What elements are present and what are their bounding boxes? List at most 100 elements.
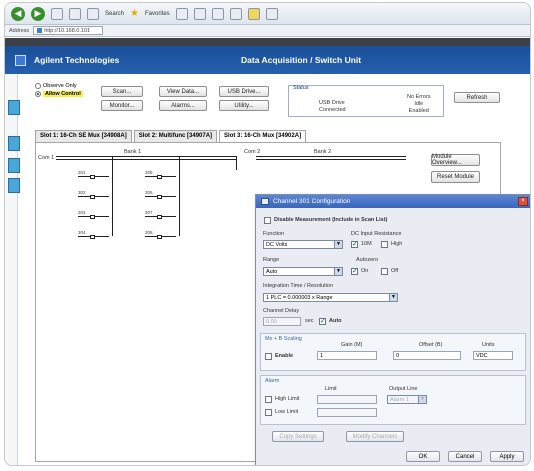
offset-input[interactable]: 0	[393, 351, 461, 360]
app-title: Data Acquisition / Switch Unit	[241, 55, 362, 65]
units-input[interactable]: VDC	[473, 351, 513, 360]
media-icon[interactable]	[175, 7, 188, 20]
delay-auto-checkbox[interactable]	[319, 317, 326, 325]
tab-slot-2[interactable]: Slot 2: Multifunc [34907A]	[133, 130, 218, 142]
scaling-title: Mx + B Scaling	[265, 336, 302, 342]
config-nav-icon[interactable]	[8, 136, 20, 151]
usb-status: USB Drive Connected	[319, 100, 346, 113]
chevron-down-icon: ▼	[334, 241, 342, 248]
integration-label: Integration Time / Resolution	[263, 283, 334, 289]
scaling-group: Mx + B Scaling Gain (M) Offset (B) Units…	[260, 333, 526, 371]
menu-band	[5, 38, 530, 46]
low-limit-input[interactable]	[317, 408, 377, 417]
res-10m-checkbox[interactable]	[351, 240, 358, 248]
reset-module-button[interactable]: Reset Module	[431, 171, 480, 183]
relay-301[interactable]: 301	[78, 170, 114, 184]
channel-config-dialog: Channel 301 Configuration × Disable Meas…	[255, 194, 530, 465]
copy-settings-button[interactable]: Copy Settings	[272, 431, 324, 442]
mode-observe[interactable]: Observe Only	[35, 83, 95, 89]
autozero-off-checkbox[interactable]	[381, 268, 388, 275]
data-nav-icon[interactable]	[8, 158, 20, 173]
bank-1-bus	[56, 156, 236, 157]
relay-307[interactable]: 307	[145, 210, 181, 224]
left-rail	[5, 74, 20, 465]
tab-slot-3[interactable]: Slot 3: 16-Ch Mux [34902A]	[219, 130, 307, 142]
autozero-on-checkbox[interactable]	[351, 267, 358, 275]
folder-icon[interactable]	[247, 7, 260, 20]
offset-label: Offset (B)	[419, 342, 443, 348]
disable-measurement-label: Disable Measurement (Include in Scan Lis…	[274, 217, 388, 223]
autozero-on-label: On	[361, 268, 369, 274]
module-overview-button[interactable]: Module Overview...	[431, 154, 480, 166]
instrument-status: No Errors Idle Enabled	[407, 94, 431, 114]
back-icon[interactable]: ◀	[11, 6, 25, 21]
history-icon[interactable]	[193, 7, 206, 20]
cancel-button[interactable]: Cancel	[448, 451, 482, 462]
tab-slot-1[interactable]: Slot 1: 16-Ch SE Mux [34908A]	[35, 130, 132, 142]
chevron-down-icon: ▼	[389, 294, 397, 301]
channel-delay-input[interactable]: 0.00	[263, 317, 301, 326]
alarms-button[interactable]: Alarms...	[159, 100, 207, 111]
browser-toolbar: ◀ ▶ Search ★ Favorites	[5, 3, 530, 25]
forward-icon[interactable]: ▶	[31, 6, 45, 21]
status-box: Status USB Drive Connected No Errors Idl…	[288, 85, 444, 117]
function-select[interactable]: DC Volts ▼	[263, 240, 343, 249]
relay-302[interactable]: 302	[78, 190, 114, 204]
bank-2-bus	[256, 156, 406, 157]
function-label: Function	[263, 231, 285, 237]
ok-button[interactable]: OK	[406, 451, 440, 462]
delay-unit: sec	[305, 318, 314, 324]
relay-308[interactable]: 308	[145, 230, 181, 244]
observe-radio[interactable]	[35, 83, 41, 89]
apply-button[interactable]: Apply	[490, 451, 524, 462]
bank-2-label: Bank 2	[314, 149, 332, 155]
address-bar: Address http://10.168.0.101	[5, 25, 530, 37]
help-nav-icon[interactable]	[8, 178, 20, 193]
utility-button[interactable]: Utility...	[219, 100, 269, 111]
high-limit-input[interactable]	[317, 395, 377, 404]
range-select[interactable]: Auto ▼	[263, 267, 343, 276]
address-text: http://10.168.0.101	[44, 27, 91, 34]
mode-control[interactable]: Allow Control	[35, 91, 95, 97]
res-high-label: High	[391, 241, 403, 247]
mode-selector: Observe Only Allow Control	[35, 83, 95, 113]
address-input[interactable]: http://10.168.0.101	[33, 26, 104, 35]
input-resistance-label: DC Input Resistance	[351, 231, 402, 237]
close-icon[interactable]: ×	[518, 197, 528, 206]
scaling-enable-checkbox[interactable]	[265, 353, 272, 360]
delay-auto-label: Auto	[329, 318, 342, 324]
bank-1-bus-lower	[56, 159, 236, 160]
output-line-select[interactable]: Alarm 1 ▼	[387, 395, 427, 404]
disable-measurement-checkbox[interactable]	[264, 217, 271, 224]
favorites-button[interactable]: Favorites	[145, 11, 170, 17]
scaling-enable-label: Enable	[275, 353, 294, 359]
print-icon[interactable]	[229, 7, 242, 20]
view-data-button[interactable]: View Data...	[159, 86, 207, 97]
control-radio[interactable]	[35, 91, 41, 97]
res-high-checkbox[interactable]	[381, 241, 388, 248]
high-limit-checkbox[interactable]	[265, 396, 272, 403]
scan-button[interactable]: Scan...	[101, 86, 143, 97]
bank-1-label: Bank 1	[124, 149, 142, 155]
relay-303[interactable]: 303	[78, 210, 114, 224]
search-button[interactable]: Search	[105, 11, 124, 17]
integration-select[interactable]: 1 PLC = 0.000003 x Range ▼	[263, 293, 398, 302]
relay-304[interactable]: 304	[78, 230, 114, 244]
stop-icon[interactable]	[51, 7, 63, 20]
usb-drive-button[interactable]: USB Drive...	[219, 86, 269, 97]
low-limit-checkbox[interactable]	[265, 409, 272, 416]
modify-channels-button[interactable]: Modify Channels	[346, 431, 404, 442]
high-limit-label: High Limit	[275, 396, 300, 402]
monitor-nav-icon[interactable]	[8, 100, 20, 115]
messenger-icon[interactable]	[265, 7, 278, 20]
mail-icon[interactable]	[211, 7, 224, 20]
home-icon[interactable]	[87, 7, 99, 20]
range-label: Range	[263, 257, 280, 263]
favorites-icon[interactable]: ★	[130, 8, 139, 19]
relay-305[interactable]: 305	[145, 170, 181, 184]
relay-306[interactable]: 306	[145, 190, 181, 204]
monitor-button[interactable]: Monitor...	[101, 100, 143, 111]
refresh-icon[interactable]	[69, 7, 81, 20]
gain-input[interactable]: 1	[317, 351, 377, 360]
refresh-button[interactable]: Refresh	[454, 92, 500, 103]
